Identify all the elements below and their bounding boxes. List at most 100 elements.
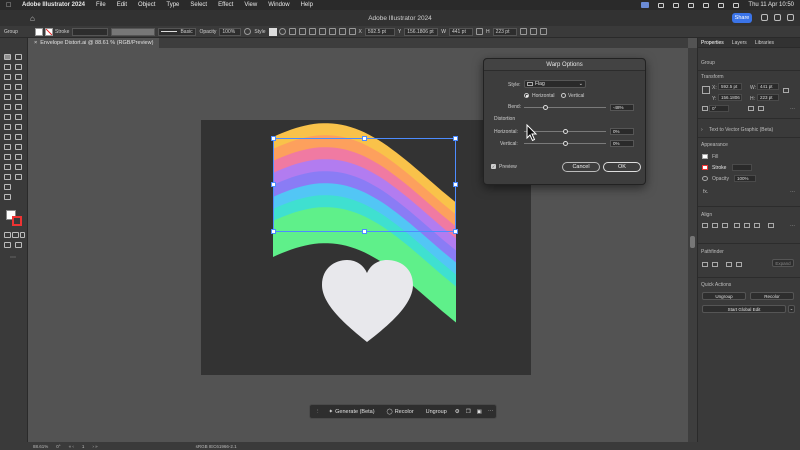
rotate-icon[interactable] (702, 106, 708, 111)
stroke-weight-field[interactable] (732, 164, 752, 171)
scroll-thumb[interactable] (690, 236, 695, 248)
tab-layers[interactable]: Layers (732, 40, 747, 46)
angle-field[interactable]: 0° (709, 105, 729, 112)
align-heading: Align (701, 212, 713, 218)
bend-slider-track[interactable] (524, 107, 606, 108)
handle-middle-left[interactable] (271, 182, 276, 187)
more-icon[interactable]: ⋯ (488, 409, 494, 415)
dialog-title: Warp Options (484, 59, 645, 71)
handle-top-center[interactable] (362, 136, 367, 141)
start-global-edit-button[interactable]: Start Global Edit (702, 305, 786, 313)
h-field[interactable]: 223 pt (757, 94, 779, 101)
cancel-button[interactable]: Cancel (562, 162, 600, 172)
style-label: Style: (508, 82, 521, 88)
warp-options-dialog: Warp Options Style: Flag ⌄ Horizontal Ve… (483, 58, 646, 185)
vertical-scrollbar[interactable] (688, 48, 697, 442)
flip-horizontal-icon[interactable] (748, 106, 754, 111)
lock-icon[interactable]: ▣ (477, 409, 482, 415)
w-field[interactable]: 441 pt (757, 83, 779, 90)
chevron-right-icon[interactable]: › (701, 127, 703, 133)
zoom-level[interactable]: 88.61% (33, 444, 48, 449)
align-bottom-icon[interactable] (754, 223, 760, 228)
divider (698, 137, 800, 138)
handle-top-left[interactable] (271, 136, 276, 141)
align-vcenter-icon[interactable] (744, 223, 750, 228)
opacity-field[interactable]: 100% (734, 175, 756, 182)
recolor-button[interactable]: ◯ Recolor (383, 407, 418, 416)
handle-top-right[interactable] (453, 136, 458, 141)
x-field[interactable]: 592.5 pt (718, 83, 742, 90)
reference-point-icon[interactable] (702, 86, 710, 94)
selection-type: Group (701, 60, 715, 66)
settings-icon[interactable]: ⚙ (455, 409, 460, 415)
flip-vertical-icon[interactable] (758, 106, 764, 111)
status-bar: 88.61% 0° « ‹ 1 › » sRGB IEC61966-2.1 (0, 442, 800, 450)
recolor-icon: ◯ (386, 408, 393, 415)
preview-checkbox[interactable]: ✓ (491, 164, 496, 169)
fill-label[interactable]: Fill (712, 154, 718, 160)
distortion-horizontal-knob[interactable] (562, 128, 568, 134)
artboard-nav-next[interactable]: › » (92, 444, 97, 449)
vertical-label[interactable]: Vertical (568, 93, 584, 99)
vertical-radio[interactable] (561, 93, 566, 98)
align-right-icon[interactable] (722, 223, 728, 228)
heart-shape[interactable] (322, 260, 413, 342)
preview-label[interactable]: Preview (499, 164, 517, 170)
artboard-number[interactable]: 1 (82, 444, 85, 449)
handle-bottom-left[interactable] (271, 229, 276, 234)
ok-button[interactable]: OK (603, 162, 641, 172)
sparkle-icon: ✦ (328, 408, 334, 415)
fx-button[interactable]: fx. (703, 189, 708, 195)
duplicate-icon[interactable]: ❐ (466, 409, 471, 415)
handle-bottom-center[interactable] (362, 229, 367, 234)
opacity-label[interactable]: Opacity (712, 176, 729, 182)
tab-libraries[interactable]: Libraries (755, 40, 774, 46)
pathfinder-heading: Pathfinder (701, 249, 724, 255)
distortion-horizontal-field[interactable]: 0% (610, 127, 634, 135)
divider (698, 118, 800, 119)
distortion-vertical-knob[interactable] (562, 140, 568, 146)
handle-middle-right[interactable] (453, 182, 458, 187)
stroke-swatch[interactable] (702, 165, 708, 170)
distortion-vertical-field[interactable]: 0% (610, 139, 634, 147)
intersect-icon[interactable] (726, 262, 732, 267)
handle-bottom-right[interactable] (453, 229, 458, 234)
global-edit-options-button[interactable]: ⌄ (788, 305, 795, 313)
y-field[interactable]: 156.1806 (718, 94, 742, 101)
expand-button[interactable]: Expand (772, 259, 794, 267)
selection-bounding-box[interactable] (273, 138, 456, 232)
artboard-nav[interactable]: « ‹ (69, 444, 74, 449)
bend-value-field[interactable]: -48% (610, 103, 634, 111)
align-hcenter-icon[interactable] (712, 223, 718, 228)
align-to-icon[interactable] (768, 223, 774, 228)
minus-front-icon[interactable] (712, 262, 718, 267)
transform-heading: Transform (701, 74, 724, 80)
opacity-icon[interactable] (702, 176, 708, 181)
fill-swatch[interactable] (702, 154, 708, 159)
ungroup-button[interactable]: Ungroup (702, 292, 746, 300)
unite-icon[interactable] (702, 262, 708, 267)
link-icon[interactable] (783, 88, 789, 93)
horizontal-radio[interactable] (524, 93, 529, 98)
exclude-icon[interactable] (736, 262, 742, 267)
rotate-view[interactable]: 0° (56, 444, 60, 449)
properties-panel: Properties Layers Libraries Group Transf… (697, 38, 800, 442)
drag-handle-icon[interactable]: ⋮ (315, 409, 321, 415)
style-dropdown[interactable]: Flag ⌄ (524, 80, 586, 88)
more-options-icon[interactable]: ⋯ (790, 106, 795, 112)
recolor-button[interactable]: Recolor (750, 292, 794, 300)
appearance-more-icon[interactable]: ⋯ (790, 189, 795, 195)
align-left-icon[interactable] (702, 223, 708, 228)
text-to-vector-link[interactable]: Text to Vector Graphic (Beta) (709, 127, 773, 133)
generate-button[interactable]: ✦ Generate (Beta) (325, 407, 379, 416)
stroke-label[interactable]: Stroke (712, 165, 726, 171)
style-value: Flag (535, 81, 545, 87)
generate-label: Generate (Beta) (335, 408, 375, 415)
bend-slider-knob[interactable] (542, 104, 548, 110)
horizontal-label[interactable]: Horizontal (532, 93, 555, 99)
align-top-icon[interactable] (734, 223, 740, 228)
ungroup-button[interactable]: Ungroup (422, 407, 451, 416)
align-more-icon[interactable]: ⋯ (790, 223, 795, 229)
bend-label: Bend: (508, 104, 522, 110)
tab-properties[interactable]: Properties (701, 40, 724, 46)
